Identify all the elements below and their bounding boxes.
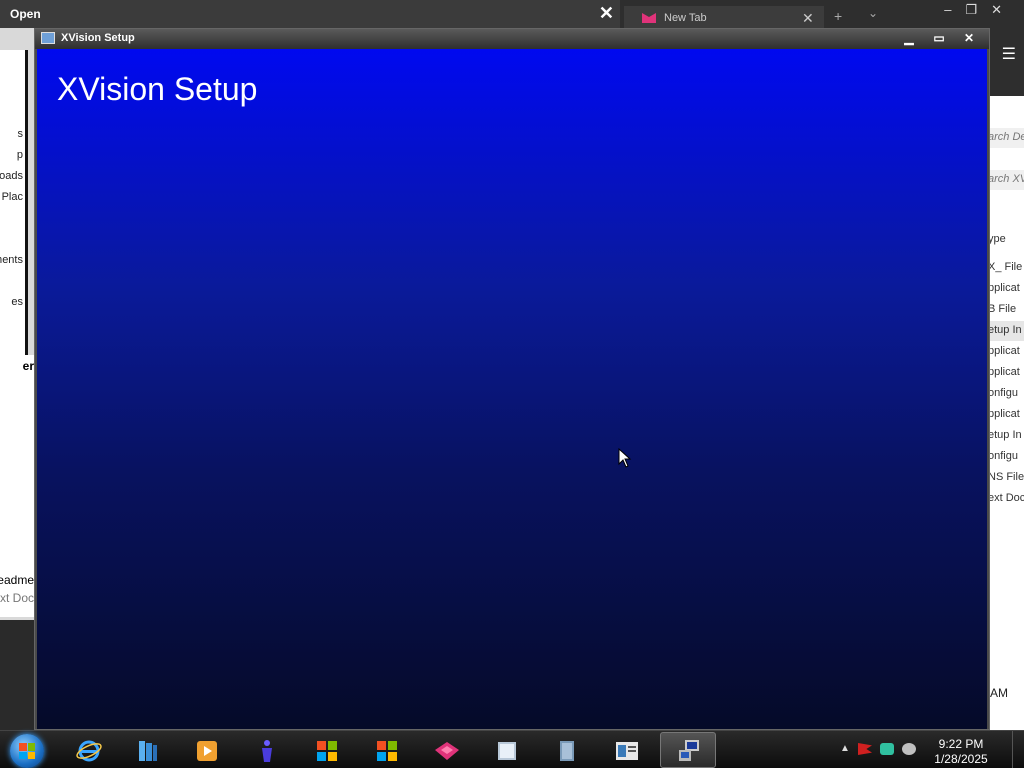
tab-favicon-icon [642,13,656,23]
setup-background: XVision Setup [37,49,987,729]
open-dialog-title: Open [10,7,41,21]
file-type-cell: pplicat [988,282,1020,294]
file-type-cell: pplicat [988,366,1020,378]
file-type-cell: X_ File [988,261,1023,273]
nav-item[interactable]: oads [0,170,23,182]
flag-icon[interactable] [858,743,872,755]
clock-date[interactable]: 1/28/2025 [926,752,996,766]
clock-time[interactable]: 9:22 PM [926,737,996,751]
window-controls[interactable]: –❐✕ [944,2,1016,18]
xvision-setup-window: XVision Setup ▁ ▭ ✕ XVision Setup [34,28,990,730]
file-type-cell: NS File [988,471,1024,483]
window-controls: ▁ ▭ ✕ [897,30,981,46]
window-title: XVision Setup [61,32,135,44]
taskbar-windows-app-1[interactable] [298,732,354,768]
taskbar-purple-app[interactable] [238,732,294,768]
chevron-down-icon[interactable]: ⌄ [868,6,878,20]
minimize-button[interactable]: ▁ [897,30,921,46]
show-hidden-icons-icon[interactable]: ▲ [840,743,850,754]
system-tray: ▲ 9:22 PM 1/28/2025 [836,735,996,766]
navigation-pane: s p oads Plac ments es [0,50,28,360]
show-desktop-button[interactable] [1012,731,1024,768]
background-time: AM [990,686,1008,700]
setup-icon [616,742,638,760]
setup-heading: XVision Setup [57,71,258,107]
network-icon[interactable] [880,743,894,755]
taskbar-xvision-setup[interactable] [660,732,716,768]
pane-header: er [22,359,34,373]
file-type-cell: B File [988,303,1017,315]
file-list-panel: arch De arch XV ype X_ File pplicat B Fi… [988,96,1024,730]
taskbar-browser[interactable] [418,732,474,768]
column-header[interactable]: ype [988,230,1024,250]
new-tab-icon[interactable]: + [834,8,842,24]
taskbar-document[interactable] [538,732,594,768]
file-type-cell: etup In [988,429,1022,441]
library-icon [139,741,157,761]
media-player-icon [197,741,217,761]
open-dialog-titlebar: Open ✕ [0,0,622,28]
nav-item[interactable]: p [17,149,23,161]
nav-item[interactable]: s [18,128,24,140]
windows-logo-icon [19,743,35,759]
browser-icon [435,742,459,760]
close-icon[interactable]: ✕ [599,3,614,24]
xvision-titlebar[interactable]: XVision Setup ▁ ▭ ✕ [35,29,989,49]
windows-flag-icon [317,741,337,761]
close-button[interactable]: ✕ [957,30,981,46]
preview-pane: er eadme ext Doc [0,355,36,617]
nav-item[interactable]: es [11,296,23,308]
file-type: ext Doc [0,591,34,605]
taskbar: ▲ 9:22 PM 1/28/2025 [0,730,1024,768]
search-field[interactable]: arch XV [988,170,1024,190]
taskbar-explorer[interactable] [478,732,534,768]
file-name[interactable]: eadme [0,573,34,587]
taskbar-media-player[interactable] [178,732,234,768]
taskbar-ie[interactable] [60,732,116,768]
search-field[interactable]: arch De [988,128,1024,148]
computer-icon [41,32,55,44]
volume-icon[interactable] [902,743,916,755]
figure-icon [262,740,272,762]
file-type-cell: ext Doc [988,492,1024,504]
browser-tab[interactable]: New Tab ✕ [624,6,824,30]
menu-icon[interactable]: ☰ [1002,44,1016,64]
tab-title: New Tab [664,12,707,24]
taskbar-windows-app-2[interactable] [358,732,414,768]
maximize-button[interactable]: ▭ [927,30,951,46]
taskbar-library[interactable] [118,732,174,768]
ie-icon [76,740,102,762]
file-type-cell: pplicat [988,408,1020,420]
file-type-cell: onfigu [988,387,1018,399]
computer-icon [679,740,699,761]
start-button[interactable] [10,734,44,768]
file-type-cell: onfigu [988,450,1018,462]
file-type-cell: pplicat [988,345,1020,357]
windows-flag-icon [377,741,397,761]
nav-item[interactable]: ments [0,254,23,266]
document-icon [560,741,574,761]
folder-icon [498,742,516,760]
nav-item[interactable]: Plac [2,191,23,203]
close-icon[interactable]: ✕ [802,10,814,27]
file-type-cell: etup In [988,321,1024,341]
taskbar-setup[interactable] [598,732,654,768]
